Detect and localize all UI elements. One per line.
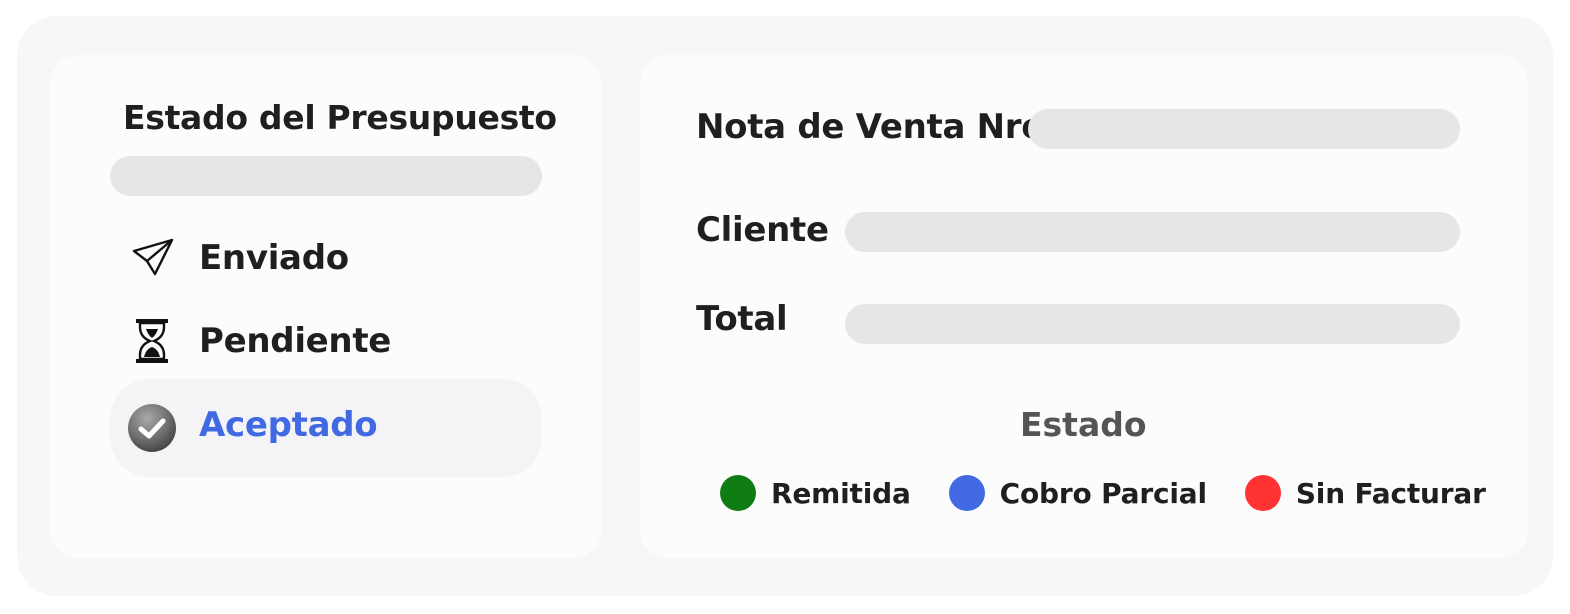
blue-dot-icon [948,475,985,511]
legend-label-sin-facturar: Sin Facturar [1295,476,1486,510]
presupuesto-title: Estado del Presupuesto [123,98,557,137]
status-pendiente[interactable]: Pendiente [110,301,542,381]
total-label: Total [696,299,788,339]
legend-label-cobro-parcial: Cobro Parcial [999,476,1207,510]
cliente-label: Cliente [696,210,829,250]
legend-item-cobro-parcial: Cobro Parcial [948,475,1207,511]
paper-plane-icon [126,232,178,284]
status-enviado[interactable]: Enviado [110,218,542,298]
estado-title: Estado [1020,405,1147,444]
cliente-field[interactable] [845,212,1460,252]
legend-label-remitida: Remitida [771,476,911,510]
hourglass-icon [126,315,178,367]
legend-item-remitida: Remitida [720,475,911,511]
check-circle-icon [126,402,178,454]
status-aceptado[interactable]: Aceptado [110,379,542,477]
presupuesto-status-field[interactable] [110,156,542,196]
legend-item-sin-facturar: Sin Facturar [1244,475,1486,511]
presupuesto-card: Estado del Presupuesto Enviado Pendiente [50,55,601,558]
nota-venta-label: Nota de Venta Nro. [696,107,1057,147]
status-label-pendiente: Pendiente [199,321,392,361]
nota-venta-card: Nota de Venta Nro. Cliente Total Estado … [640,55,1528,558]
estado-legend: Remitida Cobro Parcial Sin Facturar [720,475,1486,511]
red-dot-icon [1244,475,1281,511]
status-label-enviado: Enviado [199,238,349,278]
green-dot-icon [720,475,756,511]
nota-venta-field[interactable] [1028,109,1460,149]
status-label-aceptado: Aceptado [199,405,378,445]
total-field[interactable] [845,304,1460,344]
